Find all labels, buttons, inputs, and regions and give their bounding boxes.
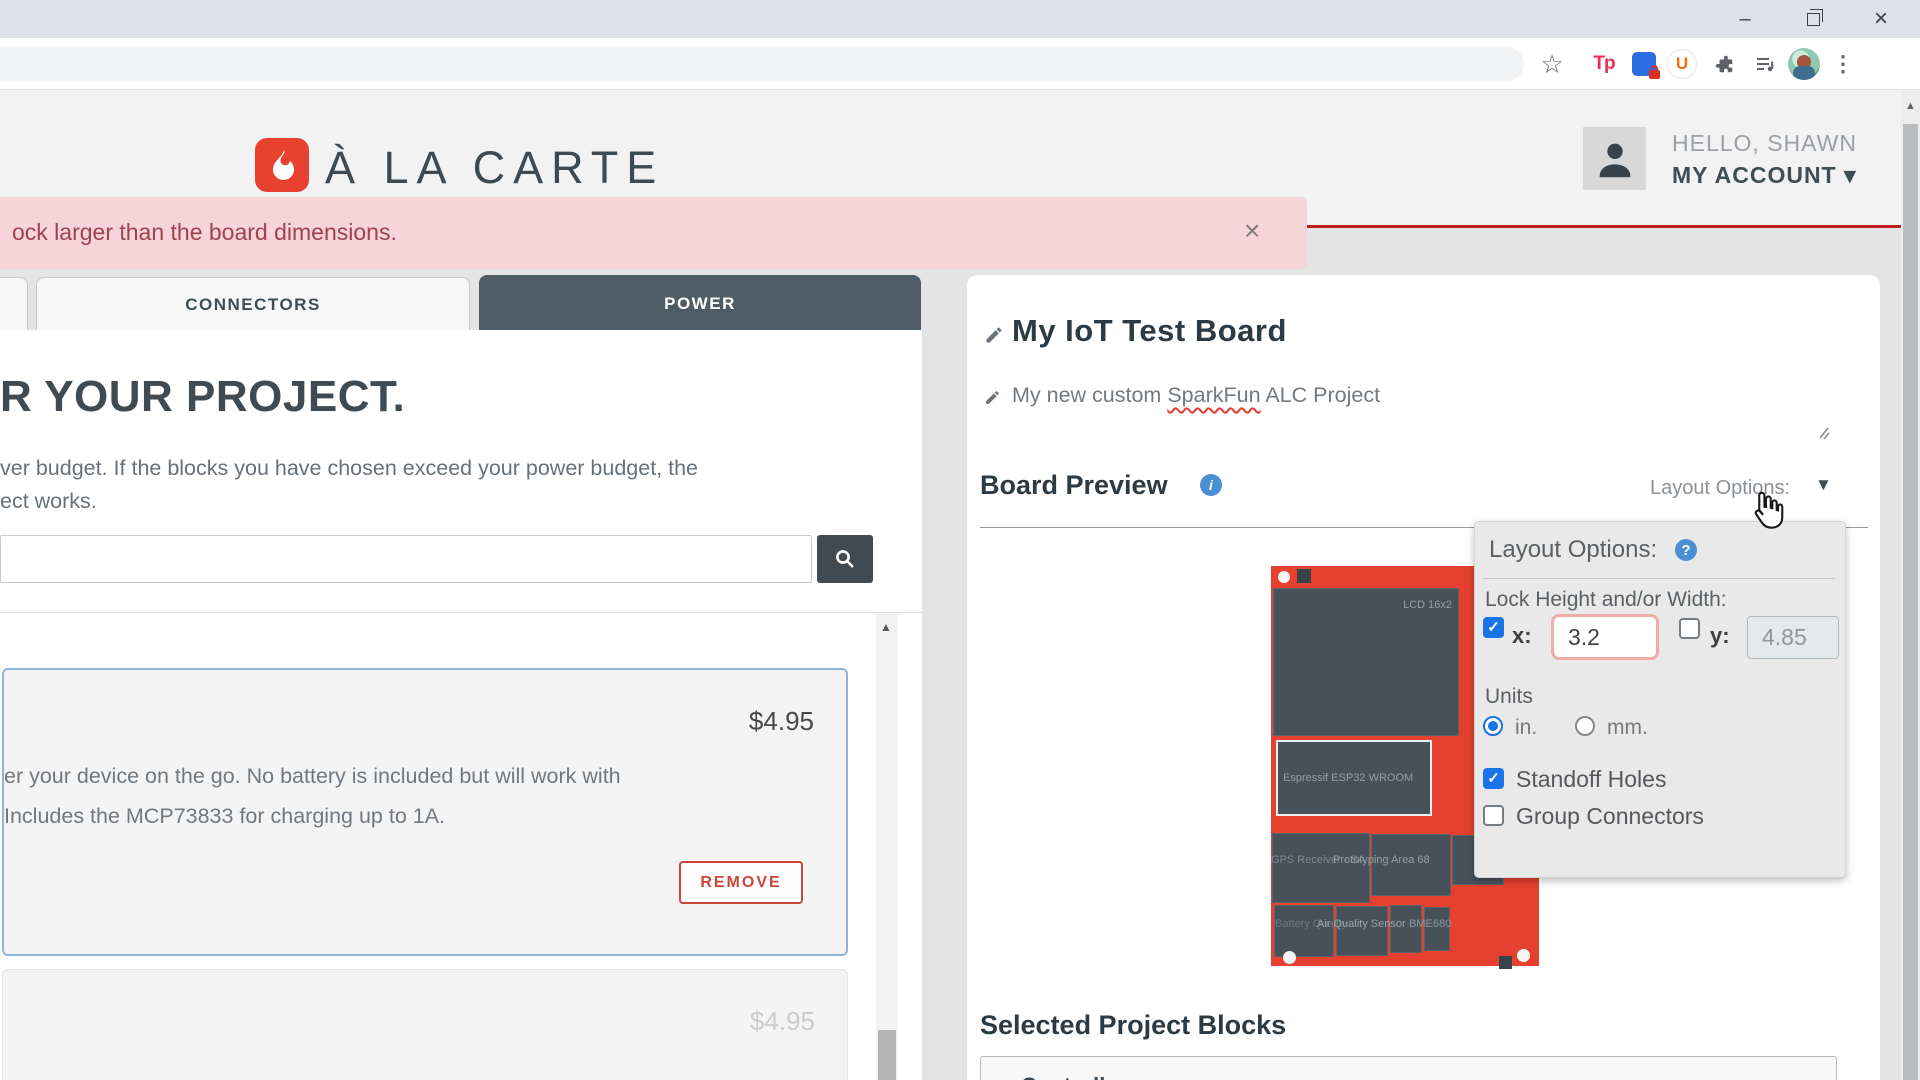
lock-x-checkbox[interactable]: ✓ — [1483, 617, 1504, 638]
tp-extension-icon[interactable]: Tp — [1586, 38, 1622, 90]
board-logo-dot — [1278, 571, 1290, 583]
u-extension-icon[interactable]: U — [1662, 38, 1702, 90]
block-price: $4.95 — [750, 1006, 815, 1037]
popup-divider — [1483, 578, 1835, 579]
help-icon[interactable]: ? — [1675, 539, 1697, 561]
board-preview-heading: Board Preview — [980, 470, 1168, 501]
block-price: $4.95 — [749, 706, 814, 737]
unit-in-radio[interactable] — [1483, 716, 1503, 736]
board-fiducial — [1499, 956, 1512, 969]
window-minimize-button[interactable]: – — [1722, 0, 1768, 38]
search-button[interactable] — [817, 535, 873, 583]
board-subtitle[interactable]: My new custom SparkFun ALC Project — [1012, 383, 1380, 408]
group-connectors-checkbox[interactable] — [1483, 805, 1504, 826]
section-heading: R YOUR PROJECT. — [0, 372, 405, 422]
standoff-holes-label[interactable]: Standoff Holes — [1516, 766, 1666, 793]
chevron-down-icon: ▾ — [1844, 162, 1857, 188]
browser-profile-avatar[interactable] — [1784, 38, 1824, 90]
units-label: Units — [1485, 685, 1533, 709]
board-block-airquality[interactable] — [1336, 906, 1388, 956]
lock-label: Lock Height and/or Width: — [1485, 588, 1727, 612]
section-intro: ver budget. If the blocks you have chose… — [0, 452, 698, 518]
tab-partial[interactable] — [0, 277, 28, 331]
alert-message: ock larger than the board dimensions. — [12, 219, 397, 246]
person-icon — [1592, 136, 1638, 182]
x-label: x: — [1512, 623, 1532, 649]
tab-power[interactable]: POWER — [479, 275, 921, 332]
shield-lock-extension-icon[interactable] — [1626, 38, 1662, 90]
board-block-battery[interactable] — [1274, 905, 1334, 957]
avatar — [1788, 48, 1820, 80]
board-title[interactable]: My IoT Test Board — [1012, 313, 1287, 349]
caret-down-icon[interactable]: ▼ — [1815, 475, 1832, 495]
board-fiducial — [1297, 569, 1311, 583]
x-dimension-input[interactable] — [1551, 614, 1659, 660]
y-label: y: — [1710, 623, 1730, 649]
restore-icon — [1807, 13, 1820, 26]
resize-grip-icon[interactable] — [1812, 422, 1834, 444]
mouse-cursor-hand — [1742, 488, 1788, 534]
remove-button[interactable]: REMOVE — [679, 861, 803, 904]
account-avatar[interactable] — [1583, 127, 1646, 190]
board-block-esp32[interactable]: Espressif ESP32 WROOM — [1276, 740, 1432, 816]
selected-block-label: Controller — [1021, 1073, 1126, 1080]
layout-options-popup: Layout Options: ? Lock Height and/or Wid… — [1474, 521, 1846, 878]
y-dimension-input[interactable] — [1747, 616, 1839, 659]
screen: – × ☆ Tp U — [0, 0, 1920, 1080]
info-icon[interactable]: i — [1200, 474, 1222, 496]
search-icon — [833, 547, 857, 571]
extensions-puzzle-icon[interactable] — [1706, 38, 1744, 90]
list-scrollbar-thumb[interactable] — [878, 1030, 896, 1080]
bookmark-star-icon[interactable]: ☆ — [1532, 38, 1572, 90]
selected-blocks-box: Controller — [980, 1056, 1837, 1080]
group-connectors-label[interactable]: Group Connectors — [1516, 803, 1704, 830]
sparkfun-logo[interactable] — [255, 138, 309, 192]
board-block-gps[interactable] — [1272, 833, 1370, 903]
standoff-hole — [1283, 951, 1296, 964]
spellcheck-word: SparkFun — [1167, 383, 1260, 407]
power-tab-content: R YOUR PROJECT. ver budget. If the block… — [0, 330, 922, 1080]
tab-connectors[interactable]: CONNECTORS — [36, 277, 470, 331]
page-scrollbar-thumb[interactable] — [1903, 124, 1918, 1080]
block-description: Includes the MCP73833 for charging up to… — [4, 804, 445, 829]
browser-toolbar: ☆ Tp U ⋮ — [0, 38, 1920, 90]
list-scrollbar[interactable]: ▲ — [876, 614, 898, 1080]
unit-mm-label[interactable]: mm. — [1607, 716, 1648, 740]
block-card[interactable]: $4.95 block adds LiPo charging as well s… — [2, 969, 848, 1080]
edit-title-pencil-icon[interactable] — [984, 325, 1004, 345]
block-search-input[interactable] — [0, 535, 812, 583]
scroll-up-arrow-icon[interactable]: ▲ — [1905, 100, 1916, 112]
flame-icon — [264, 147, 300, 183]
alert-close-icon[interactable]: × — [1244, 215, 1260, 247]
url-bar[interactable] — [0, 47, 1524, 81]
shield-icon — [1632, 52, 1656, 76]
page-scrollbar[interactable]: ▲ — [1901, 90, 1920, 1080]
block-list: ▲ $4.95 er your device on the go. No bat… — [0, 612, 922, 1080]
browser-menu-button[interactable]: ⋮ — [1826, 38, 1860, 90]
logo-wordmark: À LA CARTE — [325, 142, 664, 194]
popup-title: Layout Options: — [1489, 536, 1657, 564]
window-titlebar: – × — [0, 0, 1920, 38]
window-restore-button[interactable] — [1790, 0, 1836, 38]
edit-subtitle-pencil-icon[interactable] — [984, 389, 1001, 406]
selected-blocks-heading: Selected Project Blocks — [980, 1010, 1286, 1041]
block-card-selected[interactable]: $4.95 er your device on the go. No batte… — [2, 668, 848, 956]
window-close-button[interactable]: × — [1858, 0, 1904, 38]
block-description: er your device on the go. No battery is … — [4, 764, 621, 789]
unit-mm-radio[interactable] — [1575, 716, 1595, 736]
my-account-menu[interactable]: MY ACCOUNT ▾ — [1672, 162, 1857, 189]
standoff-hole — [1517, 949, 1530, 962]
lock-y-checkbox[interactable] — [1679, 618, 1700, 639]
board-block-lcd[interactable]: LCD 16x2 — [1273, 588, 1459, 736]
unit-in-label[interactable]: in. — [1515, 716, 1537, 740]
standoff-holes-checkbox[interactable]: ✓ — [1483, 768, 1504, 789]
greeting-text: HELLO, SHAWN — [1672, 130, 1857, 157]
playlist-icon[interactable] — [1746, 38, 1784, 90]
alert-banner: ock larger than the board dimensions. × — [0, 197, 1307, 269]
scroll-up-arrow-icon[interactable]: ▲ — [880, 620, 892, 634]
